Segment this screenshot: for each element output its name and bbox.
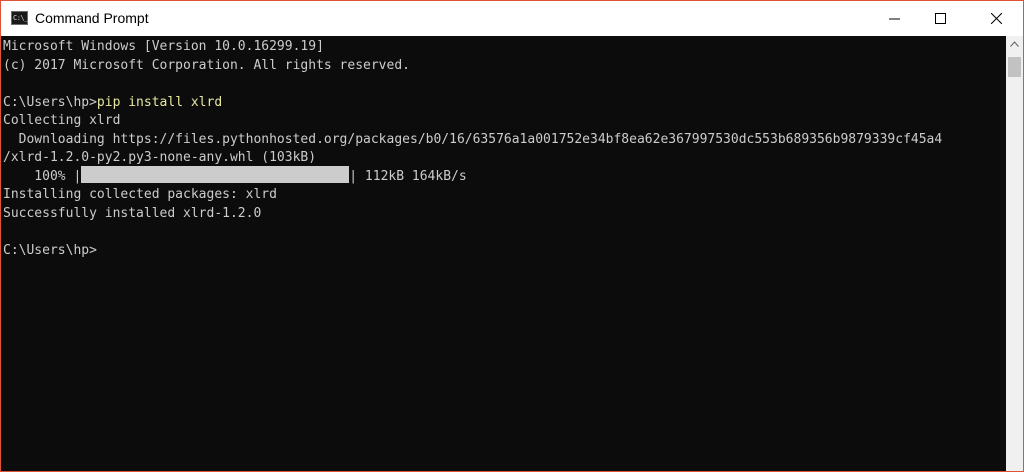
scrollbar-thumb[interactable] [1008, 57, 1021, 77]
console-line: C:\Users\hp> [3, 242, 97, 258]
maximize-button[interactable] [917, 1, 963, 36]
cmd-icon-glyph: C:\_ [13, 14, 28, 22]
console-line: Successfully installed xlrd-1.2.0 [3, 205, 262, 221]
command-prompt-window: C:\_ Command Prompt Microsoft Windows [V… [0, 0, 1024, 472]
close-icon [991, 13, 1002, 24]
progress-suffix: | 112kB 164kB/s [349, 168, 467, 184]
console-line: Downloading https://files.pythonhosted.o… [3, 131, 943, 147]
window-title: Command Prompt [35, 10, 149, 26]
maximize-icon [935, 13, 946, 24]
prompt: C:\Users\hp> [3, 94, 97, 110]
progress-bar-fill [81, 166, 350, 183]
console-output[interactable]: Microsoft Windows [Version 10.0.16299.19… [1, 36, 1006, 471]
cmd-icon[interactable]: C:\_ [11, 11, 28, 25]
progress-percent: 100% | [3, 168, 82, 184]
title-bar[interactable]: C:\_ Command Prompt [1, 1, 1023, 36]
minimize-icon [889, 18, 900, 20]
console-line-progress: 100% | | 112kB 164kB/s [3, 166, 942, 187]
chevron-up-icon [1010, 41, 1019, 47]
console-line: (c) 2017 Microsoft Corporation. All righ… [3, 57, 410, 73]
console-line: /xlrd-1.2.0-py2.py3-none-any.whl (103kB) [3, 150, 317, 165]
console-line: Installing collected packages: xlrd [3, 187, 277, 202]
close-button[interactable] [973, 1, 1019, 36]
command-text: pip install xlrd [96, 94, 223, 110]
console-line: Collecting xlrd [3, 113, 121, 128]
scroll-up-button[interactable] [1006, 36, 1023, 53]
vertical-scrollbar[interactable] [1006, 36, 1023, 471]
console-line-command: C:\Users\hp>pip install xlrd [3, 94, 942, 113]
minimize-button[interactable] [871, 1, 917, 36]
console-line: Microsoft Windows [Version 10.0.16299.19… [3, 39, 324, 54]
progress-bar [81, 166, 350, 183]
